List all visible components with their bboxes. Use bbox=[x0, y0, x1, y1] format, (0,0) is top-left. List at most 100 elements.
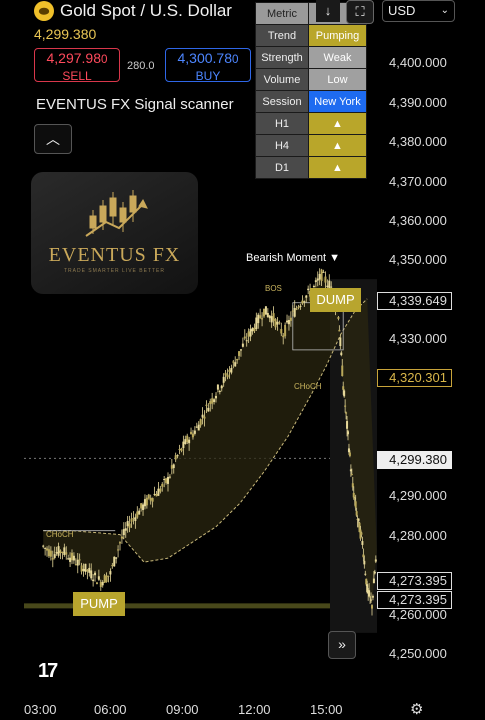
candle-body bbox=[172, 464, 175, 469]
metric-value: ▲ bbox=[308, 112, 367, 135]
candle-body bbox=[354, 501, 357, 508]
candle-body bbox=[230, 368, 233, 373]
candle-body bbox=[238, 351, 241, 356]
candle-body bbox=[348, 452, 351, 456]
metric-value: Low bbox=[308, 68, 367, 91]
candle-body bbox=[71, 552, 73, 561]
metric-label: Strength bbox=[255, 46, 309, 69]
choch-label-right: CHoCH bbox=[294, 382, 322, 391]
symbol-header[interactable]: ⬬ Gold Spot / U.S. Dollar bbox=[34, 0, 232, 22]
candle-body bbox=[120, 536, 123, 539]
candle-body bbox=[299, 305, 302, 307]
candle-body bbox=[338, 329, 341, 332]
candle-body bbox=[326, 285, 329, 288]
logo-brand-text: EVENTUS FX bbox=[48, 244, 181, 266]
candle-body bbox=[99, 581, 102, 588]
candle-body bbox=[259, 315, 262, 319]
candle-body bbox=[130, 518, 133, 522]
candle-body bbox=[182, 441, 185, 449]
candle-body bbox=[190, 431, 193, 435]
candle-body bbox=[191, 433, 194, 438]
candle-body bbox=[186, 435, 189, 443]
scroll-to-latest-button[interactable]: » bbox=[328, 631, 356, 659]
candle-body bbox=[82, 568, 85, 571]
candle-body bbox=[163, 479, 166, 481]
buy-price-sup: 0 bbox=[232, 53, 239, 66]
candle-body bbox=[371, 605, 373, 609]
candle-body bbox=[84, 563, 87, 572]
candle-body bbox=[76, 559, 79, 566]
candle-body bbox=[95, 582, 98, 585]
metric-row-strength: Strength Weak bbox=[255, 46, 367, 69]
candle-body bbox=[355, 511, 358, 516]
candle-body bbox=[49, 550, 52, 557]
candle-body bbox=[147, 494, 150, 499]
candle-body bbox=[115, 557, 118, 559]
candle-body bbox=[340, 352, 343, 356]
candle-body bbox=[249, 329, 252, 337]
y-tick: 4,330.000 bbox=[389, 331, 447, 346]
y-tick: 4,280.000 bbox=[389, 528, 447, 543]
fullscreen-button[interactable]: ⛶ bbox=[346, 0, 374, 24]
price-label-support: 4,273.395 bbox=[377, 572, 452, 590]
candle-body bbox=[80, 565, 83, 572]
candle-body bbox=[289, 317, 292, 321]
metric-label: D1 bbox=[255, 156, 309, 179]
collapse-button[interactable]: ︿ bbox=[34, 124, 72, 154]
metric-row-h1: H1 ▲ bbox=[255, 112, 367, 135]
metric-value: Weak bbox=[308, 46, 367, 69]
sell-label: SELL bbox=[62, 69, 92, 83]
candle-body bbox=[207, 407, 210, 412]
down-arrow-button[interactable]: ↓ bbox=[316, 0, 340, 22]
candle-body bbox=[211, 398, 214, 404]
candle-body bbox=[47, 549, 50, 557]
candle-body bbox=[363, 560, 366, 565]
candle-body bbox=[295, 308, 298, 310]
candle-body bbox=[318, 273, 321, 280]
settings-icon[interactable]: ⚙ bbox=[410, 700, 423, 718]
x-tick: 12:00 bbox=[238, 702, 271, 717]
candle-body bbox=[46, 548, 49, 551]
candle-body bbox=[213, 399, 216, 403]
candle-body bbox=[44, 547, 47, 549]
double-chevron-right-icon: » bbox=[338, 636, 346, 652]
price-label-last: 4,299.380 bbox=[377, 451, 452, 469]
candle-body bbox=[180, 448, 183, 452]
candle-body bbox=[124, 528, 127, 531]
candle-body bbox=[67, 558, 70, 560]
candle-body bbox=[61, 552, 64, 554]
candle-body bbox=[226, 374, 229, 378]
choch-label-left: CHoCH bbox=[46, 530, 74, 539]
candle-body bbox=[270, 316, 273, 323]
candle-body bbox=[65, 552, 68, 555]
sell-button[interactable]: 4,297.980 SELL bbox=[34, 48, 120, 83]
candle-body bbox=[167, 476, 169, 484]
candle-body bbox=[113, 556, 116, 567]
candle-body bbox=[101, 581, 104, 586]
candle-body bbox=[132, 518, 135, 520]
candle-body bbox=[301, 300, 304, 304]
candle-body bbox=[117, 549, 120, 551]
candle-body bbox=[184, 439, 187, 445]
candle-body bbox=[293, 307, 296, 317]
candle-body bbox=[345, 412, 348, 414]
buy-button[interactable]: 4,300.780 BUY bbox=[165, 48, 251, 83]
candle-body bbox=[280, 328, 283, 334]
candle-body bbox=[92, 579, 95, 582]
candle-body bbox=[224, 372, 227, 376]
candle-body bbox=[236, 358, 239, 361]
candle-body bbox=[188, 439, 191, 444]
logo-tagline: TRADE SMARTER LIVE BETTER bbox=[63, 268, 166, 274]
bearish-moment-label: Bearish Moment ▼ bbox=[246, 252, 341, 264]
currency-select-value: USD bbox=[388, 3, 416, 18]
candle-body bbox=[218, 391, 221, 393]
candle-body bbox=[94, 572, 97, 576]
gold-coin-icon: ⬬ bbox=[34, 1, 54, 21]
candle-body bbox=[324, 276, 327, 283]
candle-body bbox=[297, 306, 300, 309]
candle-body bbox=[274, 319, 277, 328]
candle-body bbox=[243, 336, 246, 339]
buy-price: 4,300.78 bbox=[177, 50, 233, 66]
currency-select[interactable]: USD ⌄ bbox=[382, 0, 455, 22]
candle-body bbox=[143, 499, 146, 507]
